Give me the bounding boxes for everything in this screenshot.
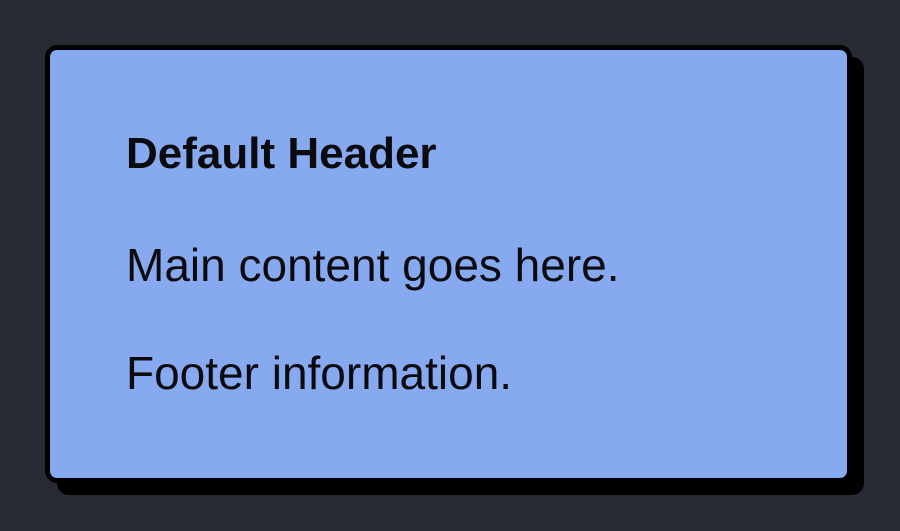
card-footer: Footer information. [126, 347, 513, 399]
card-content: Main content goes here. [126, 239, 620, 291]
card-header: Default Header [126, 129, 437, 178]
card: Default Header Main content goes here. F… [45, 45, 852, 483]
